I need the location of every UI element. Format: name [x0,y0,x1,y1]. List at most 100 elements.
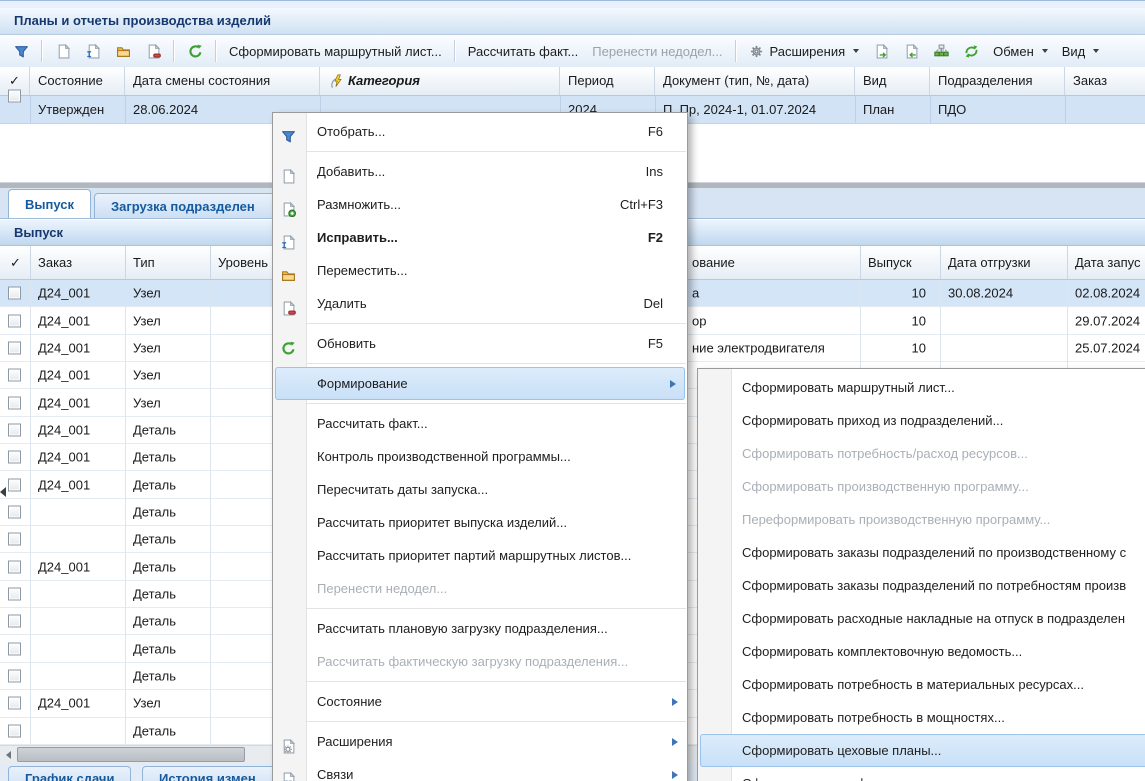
edit-button[interactable] [78,40,108,62]
menu-item[interactable]: Исправить...F2 [273,221,687,254]
row-checkbox[interactable] [8,90,21,103]
row-checkbox[interactable] [8,423,21,436]
menu-item-label: Перенести недодел... [317,581,447,596]
column-header-ship-date[interactable]: Дата отгрузки [948,246,1031,279]
row-checkbox[interactable] [8,642,21,655]
calc-fact-button[interactable]: Рассчитать факт... [461,41,586,62]
menu-item[interactable]: ОбновитьF5 [273,327,687,360]
column-header-departments[interactable]: Подразделения [930,67,1065,95]
move-button[interactable] [108,40,138,62]
row-checkbox[interactable] [8,587,21,600]
menu-item[interactable]: Расширения [273,725,687,758]
context-menu: Отобрать...F6 Добавить...InsРазмножить...… [272,112,688,781]
menu-item[interactable]: Сформировать заказы подразделений по пот… [698,569,1145,602]
scrollbar-thumb[interactable] [17,747,245,762]
row-checkbox[interactable] [8,396,21,409]
column-header-state-date[interactable]: Дата смены состояния [125,67,320,95]
menu-item[interactable]: Пересчитать даты запуска... [273,473,687,506]
toolbar: Сформировать маршрутный лист... Рассчита… [0,35,1145,68]
menu-item[interactable]: Состояние [273,685,687,718]
column-header-output[interactable]: Выпуск [868,246,912,279]
menu-item[interactable]: Сформировать приход из подразделений... [698,404,1145,437]
filter-button[interactable] [6,40,36,62]
panel-title-bar: Планы и отчеты производства изделий [0,8,1145,35]
menu-item[interactable]: Сформировать заказы подразделений по про… [698,536,1145,569]
column-header-check[interactable]: ✓ [10,246,21,279]
menu-item[interactable]: Рассчитать факт... [273,407,687,440]
column-header-period[interactable]: Период [560,67,655,95]
menu-item[interactable]: Контроль производственной программы... [273,440,687,473]
column-header-kind[interactable]: Вид [855,67,930,95]
row-checkbox[interactable] [8,533,21,546]
column-header-type[interactable]: Тип [133,246,155,279]
column-header-launch-date[interactable]: Дата запус [1075,246,1140,279]
exchange-button[interactable]: Обмен [986,41,1055,62]
toolbar-separator [735,40,737,62]
cell-launch-date: 29.07.2024 [1075,313,1140,328]
menu-item[interactable]: Сформировать потребность в материальных … [698,668,1145,701]
cell-order: Д24_001 [38,422,90,437]
column-header-order[interactable]: Заказ [1065,67,1145,95]
row-checkbox[interactable] [8,615,21,628]
dropdown-icon [1042,49,1048,53]
row-checkbox[interactable] [8,560,21,573]
menu-item[interactable]: Рассчитать приоритет партий маршрутных л… [273,539,687,572]
row-checkbox[interactable] [8,451,21,464]
menu-item[interactable]: Формирование [275,367,685,400]
menu-item[interactable]: Отобрать...F6 [273,115,687,148]
row-checkbox[interactable] [8,724,21,737]
window-top-strip [0,0,1145,8]
menu-separator [274,151,686,152]
menu-item[interactable]: Рассчитать плановую загрузку подразделен… [273,612,687,645]
menu-item-label: Сформировать комплектовочную ведомость..… [742,644,1022,659]
tab-zagruzka-podrazdelenij[interactable]: Загрузка подразделен [94,193,294,218]
delete-button[interactable] [138,40,168,62]
plans-grid-header: ✓ Состояние Дата смены состояния Категор… [0,67,1145,96]
cell-type: Деталь [133,450,176,465]
column-header-name[interactable]: ование [692,246,735,279]
cell-output: 10 [860,340,926,355]
row-checkbox[interactable] [8,505,21,518]
row-checkbox[interactable] [8,478,21,491]
menu-item[interactable]: УдалитьDel [273,287,687,320]
menu-item[interactable]: Размножить...Ctrl+F3 [273,188,687,221]
menu-item[interactable]: Добавить...Ins [273,155,687,188]
menu-item[interactable]: Сформировать график сдачи... [698,767,1145,781]
extensions-button[interactable]: Расширения [742,40,867,62]
menu-item[interactable]: Сформировать цеховые планы... [700,734,1145,767]
filter-icon [13,43,29,59]
import-button[interactable] [896,40,926,62]
tab-istoriya-izmenenij[interactable]: История измен [142,766,282,781]
row-checkbox[interactable] [8,341,21,354]
menu-item[interactable]: Сформировать маршрутный лист... [698,371,1145,404]
menu-item[interactable]: Связи [273,758,687,781]
column-header-state[interactable]: Состояние [30,67,125,95]
cell-type: Деталь [133,641,176,656]
scroll-left-icon[interactable] [0,746,17,763]
row-checkbox[interactable] [8,369,21,382]
exchange-icon-button[interactable] [956,40,986,62]
menu-item[interactable]: Сформировать расходные накладные на отпу… [698,602,1145,635]
column-header-document[interactable]: Документ (тип, №, дата) [655,67,855,95]
menu-item[interactable]: Рассчитать приоритет выпуска изделий... [273,506,687,539]
row-checkbox[interactable] [8,669,21,682]
tab-vypusk[interactable]: Выпуск [8,189,91,218]
row-checkbox[interactable] [8,697,21,710]
refresh-button[interactable] [180,40,210,62]
column-header-category[interactable]: Категория [320,67,560,95]
splitter-collapse-icon[interactable] [0,487,6,497]
view-button[interactable]: Вид [1055,41,1107,62]
toolbar-separator [41,40,43,62]
menu-item[interactable]: Сформировать потребность в мощностях... [698,701,1145,734]
export-button[interactable] [866,40,896,62]
form-route-sheet-button[interactable]: Сформировать маршрутный лист... [222,41,449,62]
org-chart-button[interactable] [926,40,956,62]
menu-item[interactable]: Сформировать комплектовочную ведомость..… [698,635,1145,668]
doc-import-icon [903,43,919,59]
row-checkbox[interactable] [8,287,21,300]
row-checkbox[interactable] [8,314,21,327]
tab-grafik-sdachi[interactable]: График сдачи [8,766,131,781]
menu-item[interactable]: Переместить... [273,254,687,287]
column-header-order[interactable]: Заказ [38,246,72,279]
add-button[interactable] [48,40,78,62]
